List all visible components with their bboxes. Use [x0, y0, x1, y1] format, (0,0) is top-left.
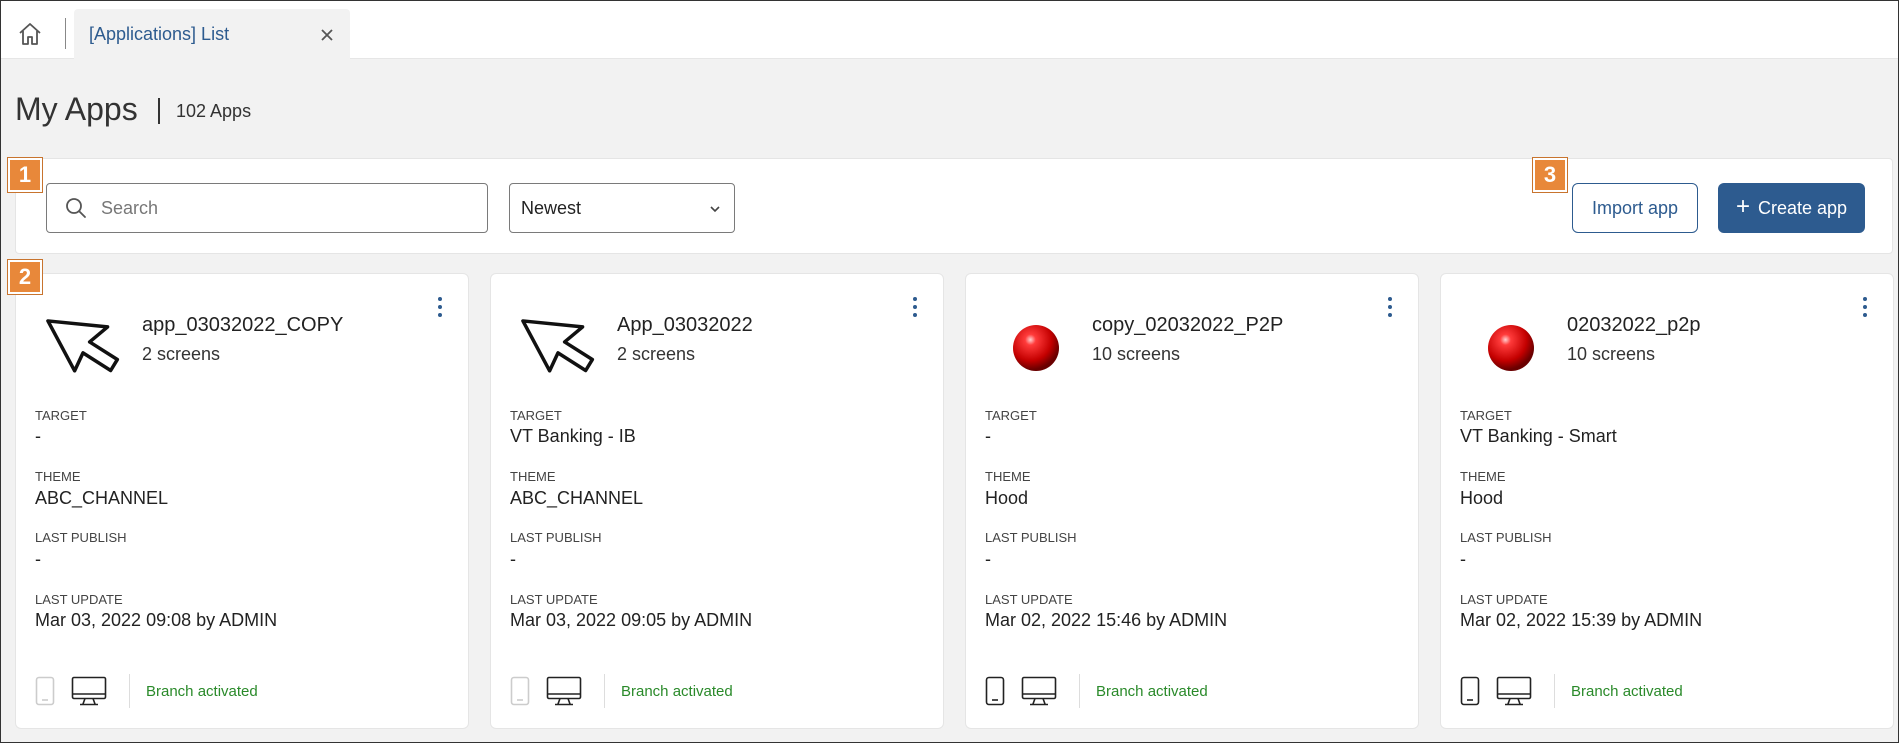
target-label: TARGET [510, 408, 562, 423]
import-app-button[interactable]: Import app [1572, 183, 1698, 233]
app-card[interactable]: app_03032022_COPY 2 screens TARGET - THE… [15, 273, 469, 729]
app-window: [Applications] List My Apps 102 Apps 1 2… [0, 0, 1899, 743]
last-publish-label: LAST PUBLISH [35, 530, 127, 545]
last-update-value: Mar 02, 2022 15:46 by ADMIN [985, 610, 1228, 630]
mobile-icon [510, 676, 530, 706]
create-app-label: Create app [1757, 197, 1848, 218]
plus-icon: + [1735, 193, 1750, 220]
last-update-label: LAST UPDATE [1460, 592, 1548, 607]
search-icon [65, 197, 87, 219]
cursor-arrow-icon [515, 298, 607, 390]
app-card-grid: app_03032022_COPY 2 screens TARGET - THE… [15, 273, 1894, 733]
cursor-arrow-icon [40, 298, 132, 390]
app-name: copy_02032022_P2P [1092, 314, 1284, 336]
page-title: My Apps [15, 91, 138, 127]
more-options-button[interactable] [430, 294, 450, 320]
close-icon [321, 29, 333, 41]
theme-label: THEME [510, 469, 556, 484]
last-publish-value: - [35, 549, 41, 569]
last-publish-label: LAST PUBLISH [1460, 530, 1552, 545]
theme-value: ABC_CHANNEL [510, 488, 644, 508]
last-publish-value: - [1460, 549, 1466, 569]
branch-status: Branch activated [146, 682, 258, 700]
last-update-label: LAST UPDATE [985, 592, 1073, 607]
desktop-icon [1021, 676, 1057, 706]
app-screens: 10 screens [1092, 344, 1181, 364]
last-update-label: LAST UPDATE [35, 592, 123, 607]
last-publish-label: LAST PUBLISH [985, 530, 1077, 545]
app-card[interactable]: 02032022_p2p 10 screens TARGET VT Bankin… [1440, 273, 1894, 729]
desktop-icon [71, 676, 107, 706]
footer-divider [129, 674, 130, 708]
toolbar: Newest Import app + Create app [15, 158, 1893, 254]
last-publish-label: LAST PUBLISH [510, 530, 602, 545]
app-card[interactable]: App_03032022 2 screens TARGET VT Banking… [490, 273, 944, 729]
last-update-label: LAST UPDATE [510, 592, 598, 607]
desktop-icon [1496, 676, 1532, 706]
last-publish-value: - [510, 549, 516, 569]
branch-status: Branch activated [1571, 682, 1683, 700]
tab-label: [Applications] List [89, 24, 230, 44]
sort-dropdown[interactable]: Newest [509, 183, 735, 233]
more-options-button[interactable] [1380, 294, 1400, 320]
last-update-value: Mar 03, 2022 09:08 by ADMIN [35, 610, 278, 630]
create-app-button[interactable]: + Create app [1718, 183, 1865, 233]
theme-value: Hood [1460, 488, 1504, 508]
app-name: 02032022_p2p [1567, 314, 1701, 336]
theme-label: THEME [35, 469, 81, 484]
search-box[interactable] [46, 183, 488, 233]
sort-value: Newest [521, 198, 582, 218]
red-ball-icon [1465, 298, 1557, 390]
mobile-icon [1460, 676, 1480, 706]
branch-status: Branch activated [1096, 682, 1208, 700]
target-value: VT Banking - IB [510, 426, 636, 446]
last-update-value: Mar 02, 2022 15:39 by ADMIN [1460, 610, 1703, 630]
tab-close-button[interactable] [318, 26, 336, 44]
target-value: - [985, 426, 991, 446]
last-update-value: Mar 03, 2022 09:05 by ADMIN [510, 610, 753, 630]
footer-divider [1079, 674, 1080, 708]
search-input[interactable] [101, 197, 461, 219]
target-label: TARGET [1460, 408, 1512, 423]
app-screens: 10 screens [1567, 344, 1656, 364]
target-label: TARGET [35, 408, 87, 423]
tab-bar: [Applications] List [1, 1, 1898, 59]
theme-value: ABC_CHANNEL [35, 488, 169, 508]
callout-marker-2: 2 [8, 260, 42, 294]
card-footer: Branch activated [1460, 674, 1683, 708]
footer-divider [604, 674, 605, 708]
tab-applications-list[interactable]: [Applications] List [74, 9, 350, 59]
app-name: App_03032022 [617, 314, 753, 336]
mobile-icon [35, 676, 55, 706]
app-card[interactable]: copy_02032022_P2P 10 screens TARGET - TH… [965, 273, 1419, 729]
last-publish-value: - [985, 549, 991, 569]
tab-divider [65, 18, 66, 49]
callout-marker-3: 3 [1533, 158, 1567, 192]
app-screens: 2 screens [617, 344, 696, 364]
red-ball-icon [990, 298, 1082, 390]
mobile-icon [985, 676, 1005, 706]
card-footer: Branch activated [35, 674, 258, 708]
target-value: - [35, 426, 41, 446]
target-value: VT Banking - Smart [1460, 426, 1617, 446]
footer-divider [1554, 674, 1555, 708]
app-screens: 2 screens [142, 344, 221, 364]
theme-label: THEME [1460, 469, 1506, 484]
theme-label: THEME [985, 469, 1031, 484]
more-options-button[interactable] [1855, 294, 1875, 320]
desktop-icon [546, 676, 582, 706]
home-icon [19, 23, 41, 45]
app-count: 102 Apps [176, 101, 252, 121]
card-footer: Branch activated [985, 674, 1208, 708]
callout-marker-1: 1 [8, 158, 42, 192]
theme-value: Hood [985, 488, 1029, 508]
home-button[interactable] [13, 19, 47, 49]
target-label: TARGET [985, 408, 1037, 423]
branch-status: Branch activated [621, 682, 733, 700]
title-divider [158, 98, 160, 124]
app-name: app_03032022_COPY [142, 314, 344, 336]
chevron-down-icon [708, 202, 722, 216]
card-footer: Branch activated [510, 674, 733, 708]
more-options-button[interactable] [905, 294, 925, 320]
